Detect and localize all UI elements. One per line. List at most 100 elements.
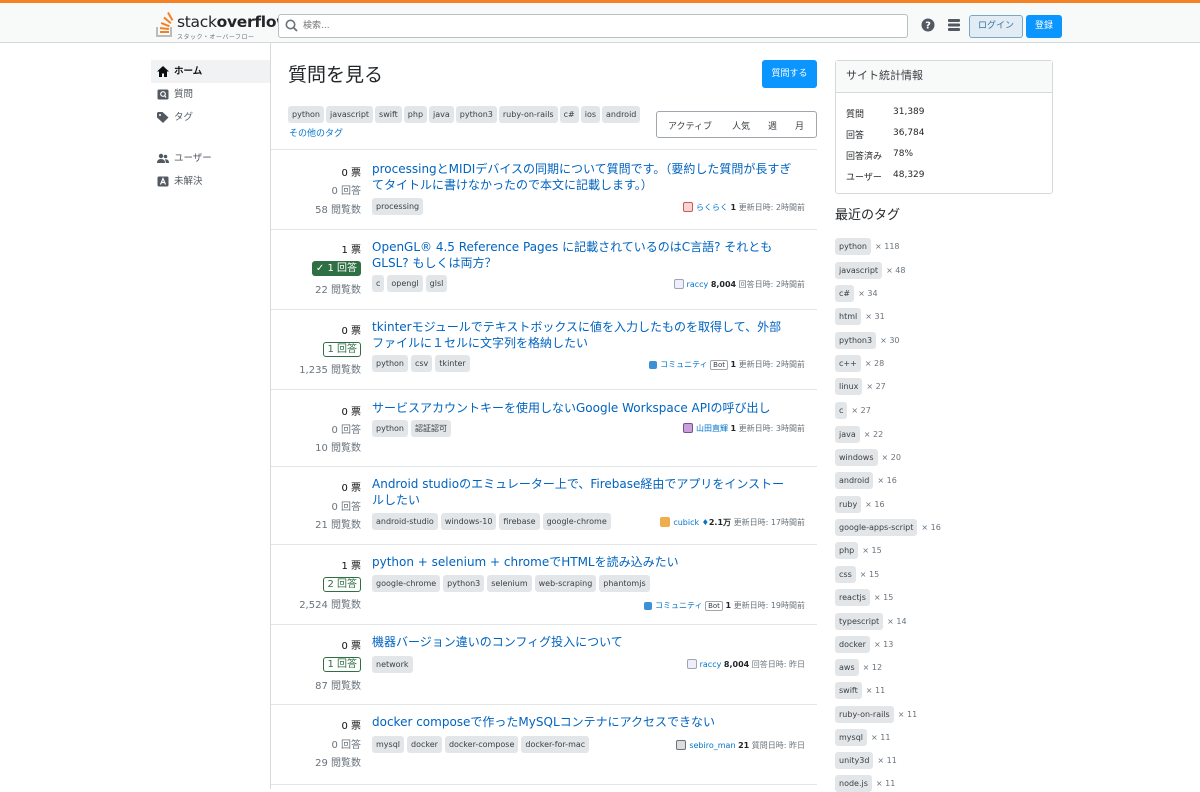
activity-time[interactable]: 更新日時: 2時間前 <box>739 203 805 212</box>
tag-link[interactable]: google-chrome <box>372 575 441 592</box>
filter-month[interactable]: 月 <box>795 119 804 132</box>
tag-link[interactable]: swift <box>835 682 862 699</box>
question-title[interactable]: tkinterモジュールでテキストボックスに値を入力したものを取得して、外部ファ… <box>372 319 792 351</box>
tag-link[interactable]: ruby-on-rails <box>835 706 894 723</box>
tag-link[interactable]: mysql <box>372 736 404 753</box>
tag-link[interactable]: 認証認可 <box>410 420 451 437</box>
activity-time[interactable]: 更新日時: 3時間前 <box>739 424 805 433</box>
tag-link[interactable]: firebase <box>499 513 540 530</box>
user-name[interactable]: sebiro_man <box>689 741 735 750</box>
tag-link[interactable]: windows-10 <box>440 513 497 530</box>
tag-link[interactable]: python <box>288 106 324 123</box>
user-name[interactable]: らくらく <box>696 203 728 212</box>
tag-link[interactable]: c <box>372 275 385 292</box>
tag-link[interactable]: python3 <box>455 106 497 123</box>
user-avatar[interactable] <box>683 202 693 212</box>
tag-link[interactable]: typescript <box>835 613 884 630</box>
tag-link[interactable]: aws <box>835 659 859 676</box>
user-name[interactable]: コミュニティ <box>655 601 703 610</box>
ask-question-button[interactable]: 質問する <box>762 60 817 88</box>
search-input[interactable] <box>303 17 893 35</box>
question-title[interactable]: サービスアカウントキーを使用しないGoogle Workspace APIの呼び… <box>372 400 792 416</box>
nav-item-tags[interactable]: タグ <box>151 106 271 129</box>
site-logo[interactable]: stackoverflow スタック・オーバーフロー <box>156 11 291 41</box>
tag-link[interactable]: unity3d <box>835 752 874 769</box>
tag-link[interactable]: docker <box>835 636 870 653</box>
tag-link[interactable]: mysql <box>835 729 867 746</box>
tag-link[interactable]: google-chrome <box>542 513 611 530</box>
login-button[interactable]: ログイン <box>969 15 1023 38</box>
tag-link[interactable]: swift <box>375 106 402 123</box>
tag-link[interactable]: web-scraping <box>534 575 597 592</box>
tag-link[interactable]: android <box>835 472 874 489</box>
user-name[interactable]: raccy <box>700 660 722 669</box>
tag-link[interactable]: html <box>835 308 862 325</box>
filter-popular[interactable]: 人気 <box>732 119 750 132</box>
question-title[interactable]: docker composeで作ったMySQLコンテナにアクセスできない <box>372 714 792 730</box>
more-tags-link[interactable]: その他のタグ <box>289 126 343 139</box>
signup-button[interactable]: 登録 <box>1026 15 1062 38</box>
activity-time[interactable]: 回答日時: 昨日 <box>752 660 805 669</box>
tag-link[interactable]: processing <box>372 198 424 215</box>
nav-item-users[interactable]: ユーザー <box>151 147 271 170</box>
user-avatar[interactable] <box>686 659 697 669</box>
tag-link[interactable]: docker-compose <box>444 736 519 753</box>
question-title[interactable]: python + selenium + chromeでHTMLを読み込みたい <box>372 554 792 570</box>
nav-item-questions[interactable]: 質問 <box>151 83 271 106</box>
tag-link[interactable]: php <box>835 542 859 559</box>
tag-link[interactable]: java <box>429 106 454 123</box>
user-avatar[interactable] <box>673 279 684 289</box>
help-icon[interactable]: ? <box>920 17 936 33</box>
question-title[interactable]: processingとMIDIデバイスの同期について質問です。（要約した質問が長… <box>372 161 792 193</box>
question-title[interactable]: OpenGL® 4.5 Reference Pages に記載されているのはC言… <box>372 239 792 271</box>
user-name[interactable]: cubick <box>673 518 699 527</box>
activity-time[interactable]: 質問日時: 昨日 <box>752 741 805 750</box>
user-avatar[interactable] <box>676 740 687 750</box>
user-avatar[interactable] <box>660 517 671 527</box>
filter-active[interactable]: アクティブ <box>668 119 712 132</box>
tag-link[interactable]: python <box>372 355 408 372</box>
tag-link[interactable]: css <box>835 566 856 583</box>
nav-item-home[interactable]: ホーム <box>151 60 271 83</box>
tag-link[interactable]: docker-for-mac <box>521 736 590 753</box>
user-name[interactable]: 山田直輝 <box>696 424 728 433</box>
tag-link[interactable]: network <box>372 656 413 673</box>
tag-link[interactable]: tkinter <box>435 355 470 372</box>
tag-link[interactable]: c# <box>559 106 579 123</box>
site-switcher-icon[interactable] <box>946 17 962 33</box>
user-name[interactable]: コミュニティ <box>660 360 708 369</box>
tag-link[interactable]: python <box>835 238 871 255</box>
tag-link[interactable]: docker <box>407 736 442 753</box>
question-title[interactable]: Android studioのエミュレーター上で、Firebase経由でアプリを… <box>372 476 792 508</box>
tag-link[interactable]: ruby-on-rails <box>498 106 558 123</box>
tag-link[interactable]: android <box>602 106 641 123</box>
activity-time[interactable]: 更新日時: 19時間前 <box>734 601 805 610</box>
tag-link[interactable]: python3 <box>835 332 877 349</box>
tag-link[interactable]: reactjs <box>835 589 870 606</box>
tag-link[interactable]: node.js <box>835 775 872 792</box>
tag-link[interactable]: c <box>835 402 848 419</box>
tag-link[interactable]: ios <box>580 106 601 123</box>
activity-time[interactable]: 回答日時: 2時間前 <box>739 280 805 289</box>
tag-link[interactable]: opengl <box>387 275 423 292</box>
tag-link[interactable]: android-studio <box>372 513 438 530</box>
tag-link[interactable]: google-apps-script <box>835 519 918 536</box>
tag-link[interactable]: javascript <box>325 106 374 123</box>
activity-time[interactable]: 更新日時: 2時間前 <box>739 360 805 369</box>
tag-link[interactable]: csv <box>410 355 433 372</box>
tag-link[interactable]: ruby <box>835 496 862 513</box>
activity-time[interactable]: 更新日時: 17時間前 <box>734 518 805 527</box>
search-box[interactable] <box>278 14 908 38</box>
user-avatar[interactable] <box>683 423 693 433</box>
filter-week[interactable]: 週 <box>768 119 777 132</box>
tag-link[interactable]: java <box>835 426 860 443</box>
question-title[interactable]: 機器バージョン違いのコンフィグ投入について <box>372 634 792 650</box>
tag-link[interactable]: c++ <box>835 355 861 372</box>
tag-link[interactable]: glsl <box>425 275 448 292</box>
tag-link[interactable]: c# <box>835 285 855 302</box>
tag-link[interactable]: php <box>403 106 428 123</box>
tag-link[interactable]: selenium <box>487 575 532 592</box>
tag-link[interactable]: python <box>372 420 408 437</box>
tag-link[interactable]: windows <box>835 449 878 466</box>
user-name[interactable]: raccy <box>687 280 709 289</box>
